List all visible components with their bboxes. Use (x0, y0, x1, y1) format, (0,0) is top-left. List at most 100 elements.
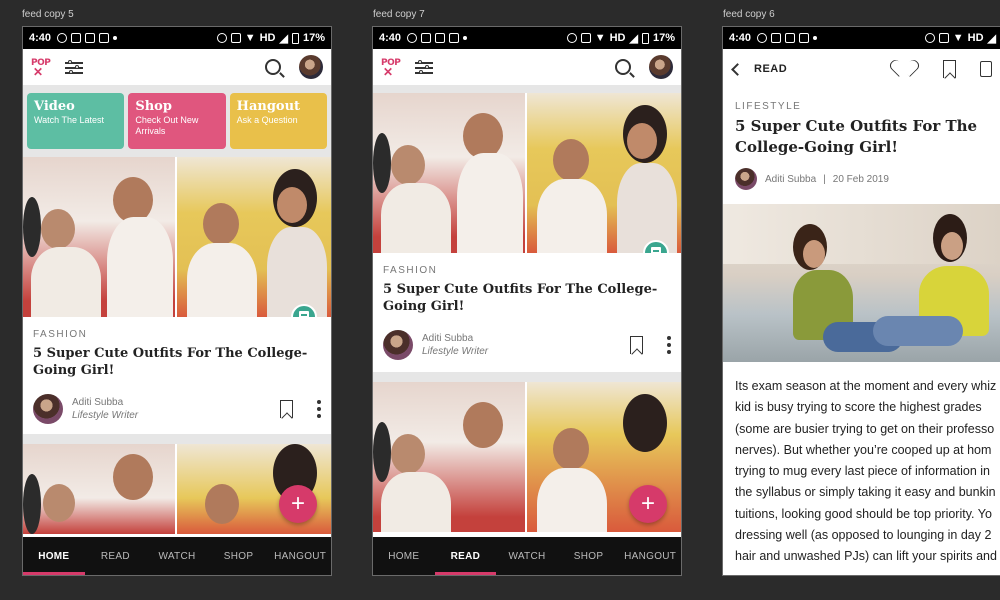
avatar[interactable] (649, 55, 673, 79)
image-icon (85, 33, 96, 43)
status-time: 4:40 (379, 32, 402, 44)
meta-separator: | (823, 173, 826, 185)
moon-icon (757, 33, 768, 43)
more-options-icon[interactable] (317, 399, 321, 418)
bookmark-icon[interactable] (630, 335, 643, 354)
battery-level: 17% (302, 32, 325, 44)
tile-hangout[interactable]: Hangout Ask a Question (229, 93, 327, 149)
mail-icon (799, 33, 810, 43)
heart-icon[interactable] (895, 61, 913, 77)
network-label: HD (609, 32, 626, 44)
article-category: LIFESTYLE (735, 101, 802, 112)
back-arrow-icon[interactable] (731, 62, 744, 76)
network-label: HD (967, 32, 984, 44)
vibrate-icon (938, 33, 949, 43)
tile-title: Hangout (236, 99, 301, 114)
body-line: (some are busier trying to get on their … (735, 421, 995, 436)
add-fab-button[interactable]: + (629, 485, 667, 523)
bookmark-icon[interactable] (943, 60, 956, 78)
author-avatar (383, 329, 413, 360)
network-label: HD (259, 32, 276, 44)
author-row: Aditi Subba Lifestyle Writer (383, 329, 671, 360)
article-card: FASHION 5 Super Cute Outfits For The Col… (373, 265, 681, 360)
body-line: kid is busy trying to score the highest … (735, 400, 982, 415)
nav-hangout[interactable]: HANGOUT (269, 537, 331, 575)
author-avatar (735, 168, 757, 190)
article-body: Its exam season at the moment and every … (723, 362, 1000, 575)
nav-watch[interactable]: WATCH (496, 537, 558, 575)
headline-line: College-Going Girl! (735, 138, 898, 156)
category-tiles: Video Watch The Latest Shop Check Out New … (23, 85, 331, 157)
divider (373, 371, 681, 382)
alarm-icon (216, 33, 227, 43)
image-icon (435, 33, 446, 43)
nav-shop[interactable]: SHOP (208, 537, 270, 575)
headline-line: 5 Super Cute Outfits For The (735, 117, 978, 135)
moon-icon (407, 33, 418, 43)
filter-icon[interactable] (65, 59, 83, 75)
app-header: POP ✕ (23, 49, 331, 85)
artboard-label-1: feed copy 5 (22, 9, 74, 20)
tile-subtitle: Ask a Question (236, 115, 298, 125)
moon-icon (57, 33, 68, 43)
nav-home[interactable]: HOME (23, 537, 85, 575)
reader-back-label[interactable]: READ (754, 63, 787, 75)
divider (23, 433, 331, 444)
nav-read[interactable]: READ (434, 537, 497, 575)
dot-icon (463, 36, 468, 40)
signal-icon: ◢ (987, 32, 996, 45)
phone-feed-read: 4:40 ▼ HD ◢ 17% POP ✕ FASHION 5 Super Cute O… (372, 26, 682, 576)
artboard-label-3: feed copy 6 (723, 9, 775, 20)
battery-icon (291, 32, 299, 44)
alarm-icon (566, 33, 577, 43)
author-row: Aditi Subba | 20 Feb 2019 (735, 168, 990, 190)
search-icon[interactable] (265, 59, 281, 75)
dot-icon (113, 36, 118, 40)
body-line: Its exam season at the moment and every … (735, 379, 997, 393)
author-name: Aditi Subba (72, 396, 124, 408)
app-header: POP ✕ (373, 49, 681, 85)
article-hero-image (723, 204, 1000, 362)
nav-home[interactable]: HOME (373, 537, 435, 575)
status-bar: 4:40 ▼ HD ◢ (723, 27, 1000, 49)
nav-read[interactable]: READ (85, 537, 147, 575)
add-fab-button[interactable]: + (279, 485, 317, 523)
more-options-icon[interactable] (667, 335, 671, 354)
mail-icon (99, 33, 110, 43)
divider (373, 85, 681, 93)
pop-logo[interactable]: POP ✕ (31, 56, 53, 79)
author-row: Aditi Subba Lifestyle Writer (33, 393, 321, 424)
publish-date: 20 Feb 2019 (832, 173, 889, 185)
bookmark-icon[interactable] (280, 399, 293, 418)
tile-shop[interactable]: Shop Check Out New Arrivals (128, 93, 226, 149)
share-icon[interactable] (980, 61, 992, 77)
author-name: Aditi Subba (765, 173, 817, 185)
bottom-nav: HOME READ WATCH SHOP HANGOUT (373, 537, 681, 575)
avatar[interactable] (299, 55, 323, 79)
nav-shop[interactable]: SHOP (558, 537, 620, 575)
filter-icon[interactable] (415, 59, 433, 75)
vibrate-icon (580, 33, 591, 43)
reader-toolbar: READ (723, 49, 1000, 89)
dot-icon (813, 36, 818, 40)
article-headline[interactable]: 5 Super Cute Outfits For The College-Goi… (383, 282, 671, 316)
battery-icon (641, 32, 649, 44)
article-hero-image[interactable] (23, 157, 331, 317)
body-line: trying to mug every last piece of inform… (735, 464, 990, 478)
nav-watch[interactable]: WATCH (146, 537, 208, 575)
search-icon[interactable] (615, 59, 631, 75)
nav-hangout[interactable]: HANGOUT (619, 537, 681, 575)
article-hero-image[interactable] (373, 93, 681, 253)
notification-icon (771, 33, 782, 43)
author-role: Lifestyle Writer (72, 409, 139, 421)
phone-article-reader: 4:40 ▼ HD ◢ READ LIFESTYLE 5 Super Cute Ou… (722, 26, 1000, 576)
phone-feed-home: 4:40 ▼ HD ◢ 17% POP ✕ Video Watch The Latest … (22, 26, 332, 576)
pop-logo[interactable]: POP ✕ (381, 56, 403, 79)
tile-video[interactable]: Video Watch The Latest (27, 93, 125, 149)
status-time: 4:40 (29, 32, 52, 44)
author-name: Aditi Subba (422, 332, 474, 344)
article-headline[interactable]: 5 Super Cute Outfits For The College-Goi… (33, 346, 321, 380)
wifi-icon: ▼ (952, 32, 964, 44)
status-time: 4:40 (729, 32, 752, 44)
body-line: the syllabus or simply taking it easy an… (735, 485, 996, 500)
